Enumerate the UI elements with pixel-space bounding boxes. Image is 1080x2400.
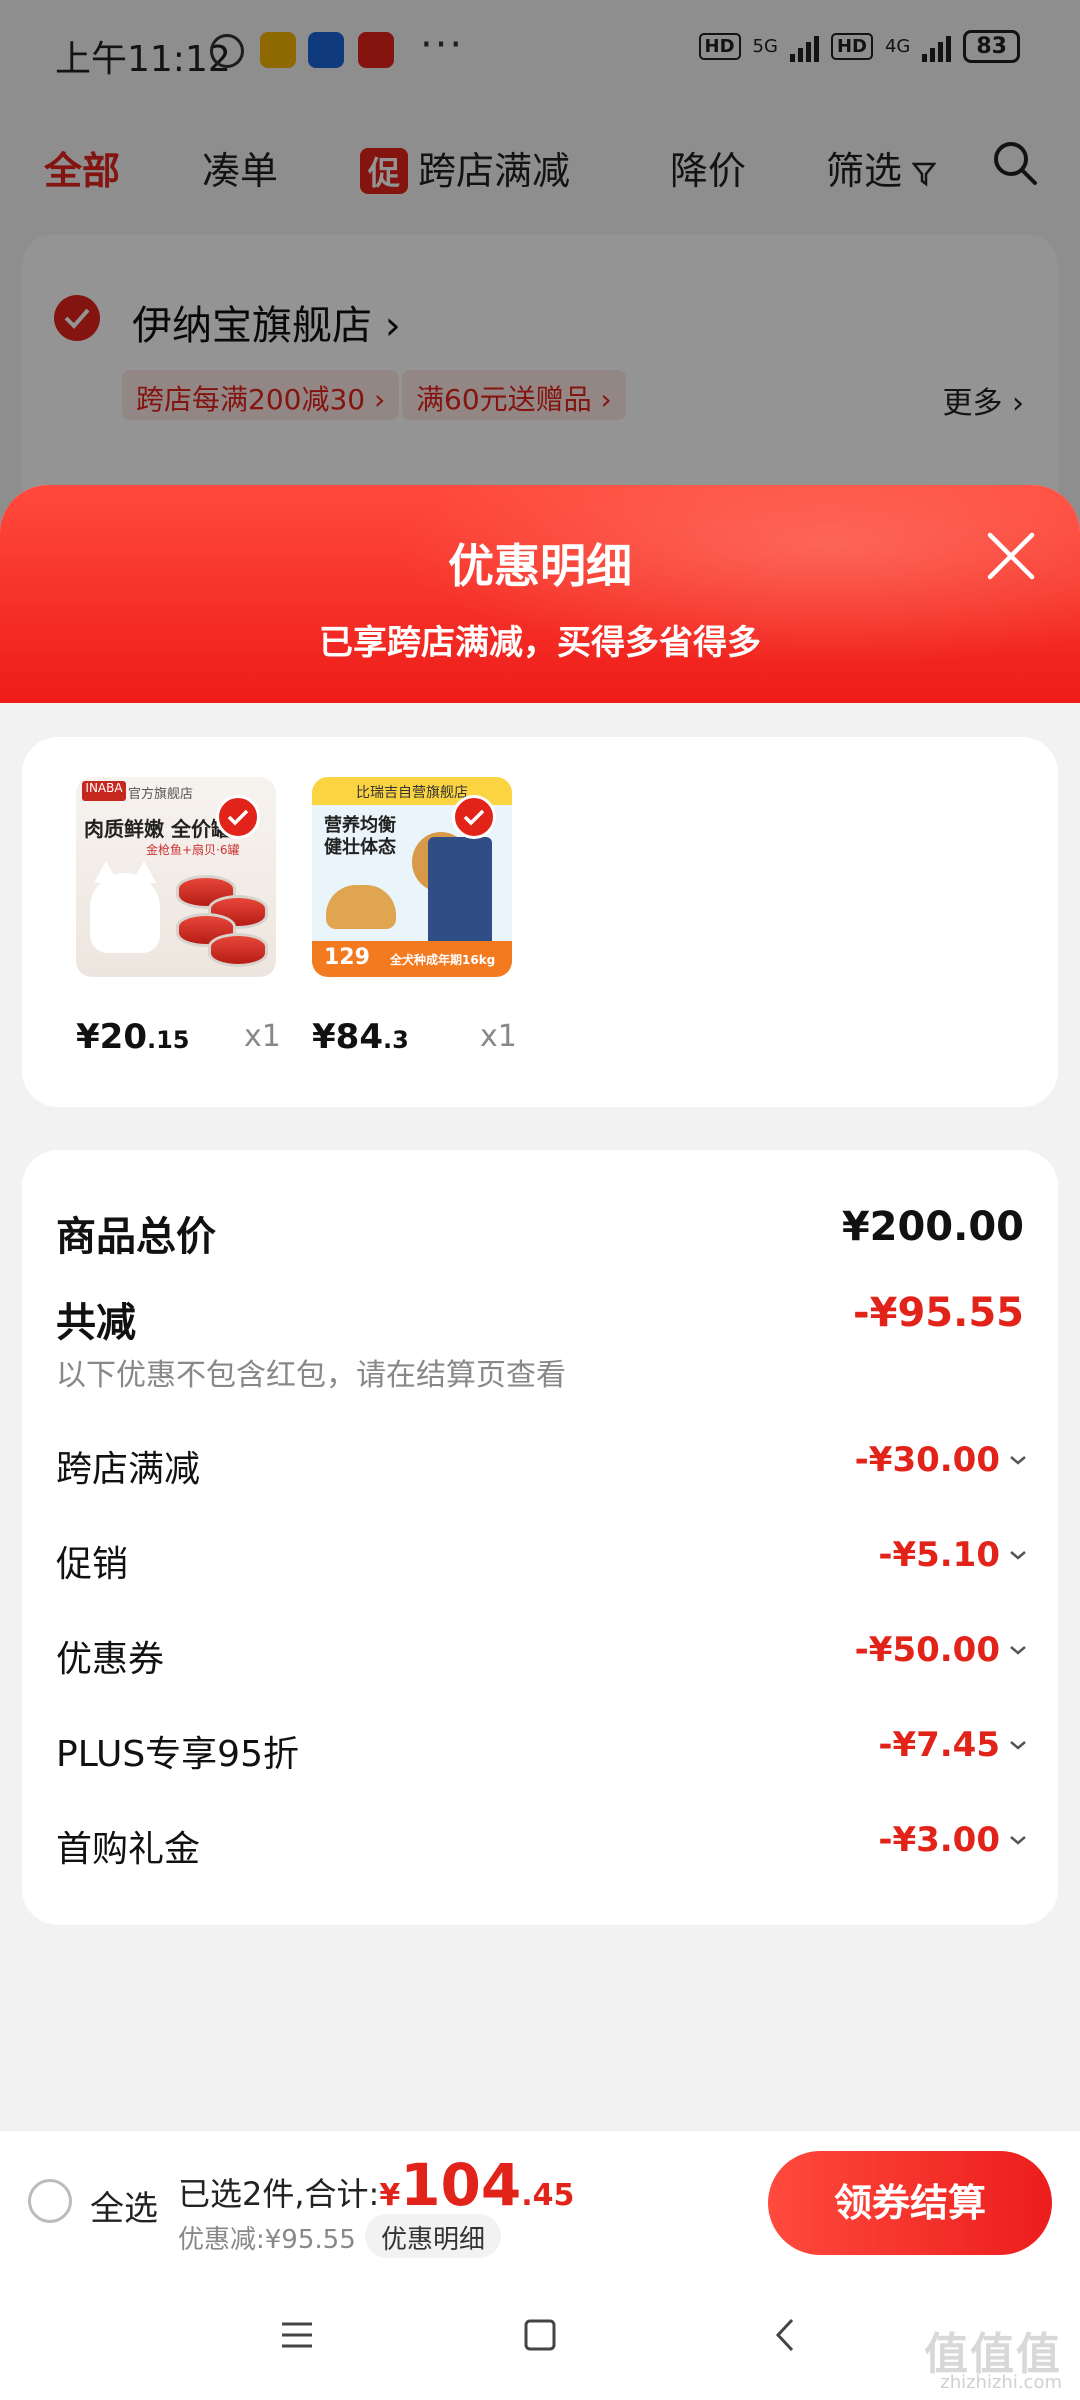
product-qty: x1 (244, 1019, 281, 1054)
thumbnail-store-tag: 比瑞吉自营旗舰店 (356, 785, 468, 801)
thumbnail-price-bar: 129 全犬种成年期16kg (312, 941, 512, 977)
total-decimal: .45 (521, 2178, 575, 2213)
menu-icon[interactable] (272, 2310, 322, 2360)
selected-check-icon (452, 795, 496, 839)
back-icon[interactable] (762, 2310, 812, 2360)
products-card: INABA 官方旗舰店 肉质鲜嫩 全价罐 金枪鱼+扇贝·6罐 ¥20.15 x1… (22, 737, 1058, 1107)
discount-value: -¥50.00 (854, 1630, 1000, 1670)
select-all-label[interactable]: 全选 (90, 2181, 158, 2230)
discount-detail-button[interactable]: 优惠明细 (365, 2214, 502, 2258)
discount-amount-text: 优惠减:¥95.55 (178, 2225, 356, 2255)
price-decimal: .15 (146, 1026, 190, 1054)
thumbnail-title: 肉质鲜嫩 全价罐 (84, 817, 231, 841)
price-integer: ¥84 (312, 1017, 383, 1057)
dog-illustration (326, 885, 396, 929)
chevron-down-icon (1010, 1836, 1026, 1845)
discount-label: 优惠券 (56, 1639, 165, 1680)
discount-value: -¥7.45 (878, 1725, 1000, 1765)
discount-note: 以下优惠不包含红包，请在结算页查看 (56, 1358, 566, 1393)
product-qty: x1 (480, 1019, 517, 1054)
thumbnail-price: 129 (324, 945, 370, 970)
total-integer: 104 (400, 2151, 522, 2219)
total-price-value: ¥200.00 (841, 1204, 1024, 1250)
discount-summary-card: 商品总价 ¥200.00 共减 -¥95.55 以下优惠不包含红包，请在结算页查… (22, 1150, 1058, 1925)
chevron-down-icon (1010, 1551, 1026, 1560)
sheet-header: 优惠明细 已享跨店满减，买得多省得多 (0, 485, 1080, 703)
product-price: ¥20.15 (76, 1017, 190, 1057)
selected-check-icon (216, 795, 260, 839)
discount-label: 促销 (56, 1544, 129, 1585)
thumbnail-spec: 全犬种成年期16kg (390, 953, 496, 967)
can-illustration (208, 933, 268, 967)
product-thumbnail[interactable]: 比瑞吉自营旗舰店 营养均衡 健壮体态 129 全犬种成年期16kg (312, 777, 512, 977)
discount-value: -¥3.00 (878, 1820, 1000, 1860)
select-all-radio[interactable] (28, 2179, 72, 2223)
order-total: 已选2件,合计:¥104.45 (178, 2151, 574, 2219)
selected-count-text: 已选2件,合计: (178, 2175, 380, 2213)
total-reduce-label: 共减 (56, 1300, 136, 1346)
product-item-cat-food[interactable]: INABA 官方旗舰店 肉质鲜嫩 全价罐 金枪鱼+扇贝·6罐 ¥20.15 x1 (76, 777, 281, 1057)
sheet-title: 优惠明细 (448, 539, 632, 593)
discount-detail-sheet: 优惠明细 已享跨店满减，买得多省得多 INABA 官方旗舰店 肉质鲜嫩 全价罐 … (0, 485, 1080, 2400)
cat-illustration (90, 873, 160, 953)
price-integer: ¥20 (76, 1017, 147, 1057)
system-nav-bar (0, 2270, 1080, 2400)
total-price-label: 商品总价 (56, 1214, 216, 1260)
thumbnail-title: 营养均衡 健壮体态 (324, 815, 396, 858)
checkout-button[interactable]: 领券结算 (768, 2151, 1052, 2255)
price-decimal: .3 (382, 1026, 409, 1054)
checkout-bar: 全选 已选2件,合计:¥104.45 优惠减:¥95.55 优惠明细 领券结算 (0, 2130, 1080, 2270)
watermark-site: zhizhizhi.com (940, 2372, 1062, 2393)
chevron-down-icon (1010, 1741, 1026, 1750)
brand-logo-icon: INABA (82, 781, 126, 801)
discount-label: PLUS专享95折 (56, 1734, 299, 1775)
total-currency: ¥ (379, 2178, 401, 2213)
product-price: ¥84.3 (312, 1017, 409, 1057)
chevron-down-icon (1010, 1456, 1026, 1465)
total-reduce-value: -¥95.55 (853, 1290, 1024, 1336)
product-thumbnail[interactable]: INABA 官方旗舰店 肉质鲜嫩 全价罐 金枪鱼+扇贝·6罐 (76, 777, 276, 977)
thumbnail-store-tag: 官方旗舰店 (128, 787, 194, 802)
discount-value: -¥5.10 (878, 1535, 1000, 1575)
thumbnail-subtitle: 金枪鱼+扇贝·6罐 (146, 843, 240, 857)
product-item-dog-food[interactable]: 比瑞吉自营旗舰店 营养均衡 健壮体态 129 全犬种成年期16kg ¥84.3 … (312, 777, 517, 1057)
food-bag-illustration (428, 837, 492, 947)
sheet-subtitle: 已享跨店满减，买得多省得多 (319, 623, 761, 663)
discount-value: -¥30.00 (854, 1440, 1000, 1480)
home-icon[interactable] (515, 2310, 565, 2360)
discount-label: 跨店满减 (56, 1449, 201, 1490)
discount-label: 首购礼金 (56, 1829, 201, 1870)
chevron-down-icon (1010, 1646, 1026, 1655)
close-icon[interactable] (982, 527, 1040, 585)
